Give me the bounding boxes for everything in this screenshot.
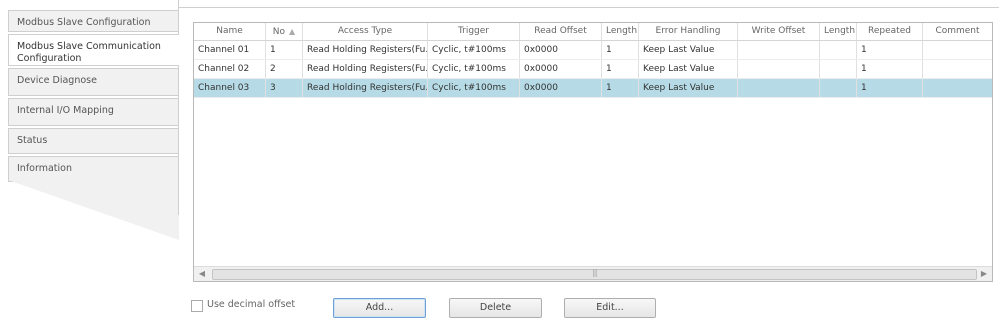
tab-status[interactable]: Status xyxy=(8,128,178,154)
cell-repeated: 1 xyxy=(857,41,923,59)
cell-write-offset xyxy=(738,60,820,78)
tab-modbus-slave-communication-configuration[interactable]: Modbus Slave Communication Configuration xyxy=(8,34,179,66)
horizontal-scrollbar[interactable]: ◀ ||| ▶ xyxy=(194,266,992,281)
cell-trigger: Cyclic, t#100ms xyxy=(428,79,520,97)
cell-read-offset: 0x0000 xyxy=(520,60,602,78)
scrollbar-grip-icon: ||| xyxy=(591,268,598,277)
cell-read-offset: 0x0000 xyxy=(520,41,602,59)
table-row-selected[interactable]: Channel 03 3 Read Holding Registers(Fu..… xyxy=(194,79,992,98)
tab-label: Modbus Slave Configuration xyxy=(17,17,151,28)
tab-modbus-slave-configuration[interactable]: Modbus Slave Configuration xyxy=(8,10,178,32)
cell-comment xyxy=(923,41,992,59)
tab-internal-io-mapping[interactable]: Internal I/O Mapping xyxy=(8,98,178,126)
edit-button[interactable]: Edit... xyxy=(564,298,656,318)
cell-access-type: Read Holding Registers(Fu... xyxy=(303,41,428,59)
cell-access-type: Read Holding Registers(Fu... xyxy=(303,60,428,78)
cell-repeated: 1 xyxy=(857,79,923,97)
column-header-label: No xyxy=(272,27,286,37)
config-tab-strip: Modbus Slave Configuration Modbus Slave … xyxy=(0,0,179,333)
add-button[interactable]: Add... xyxy=(333,298,426,318)
tab-label: Information xyxy=(17,163,72,174)
table-row[interactable]: Channel 01 1 Read Holding Registers(Fu..… xyxy=(194,41,992,60)
tab-strip-background xyxy=(8,180,179,240)
use-decimal-offset-label: Use decimal offset xyxy=(207,299,296,310)
table-row[interactable]: Channel 02 2 Read Holding Registers(Fu..… xyxy=(194,60,992,79)
column-header-access-type[interactable]: Access Type xyxy=(303,23,428,40)
column-header-error-handling[interactable]: Error Handling xyxy=(639,23,738,40)
cell-write-length xyxy=(820,41,857,59)
cell-name: Channel 02 xyxy=(194,60,266,78)
cell-repeated: 1 xyxy=(857,60,923,78)
use-decimal-offset-checkbox[interactable] xyxy=(191,300,203,312)
cell-write-length xyxy=(820,79,857,97)
column-header-name[interactable]: Name xyxy=(194,23,266,40)
column-header-trigger[interactable]: Trigger xyxy=(428,23,520,40)
cell-name: Channel 01 xyxy=(194,41,266,59)
cell-trigger: Cyclic, t#100ms xyxy=(428,60,520,78)
cell-length: 1 xyxy=(602,79,639,97)
cell-write-offset xyxy=(738,41,820,59)
cell-length: 1 xyxy=(602,60,639,78)
cell-no: 3 xyxy=(266,79,303,97)
sort-ascending-icon: ▲ xyxy=(289,27,296,36)
delete-button[interactable]: Delete xyxy=(449,298,542,318)
cell-no: 2 xyxy=(266,60,303,78)
cell-read-offset: 0x0000 xyxy=(520,79,602,97)
cell-error-handling: Keep Last Value xyxy=(639,41,738,59)
tab-label: Internal I/O Mapping xyxy=(17,105,114,116)
cell-comment xyxy=(923,79,992,97)
column-header-write-length[interactable]: Length xyxy=(820,23,857,40)
scrollbar-thumb[interactable]: ||| xyxy=(212,268,977,280)
scroll-left-icon[interactable]: ◀ xyxy=(196,268,208,280)
column-header-repeated[interactable]: Repeated xyxy=(857,23,923,40)
cell-error-handling: Keep Last Value xyxy=(639,60,738,78)
cell-error-handling: Keep Last Value xyxy=(639,79,738,97)
scroll-right-icon[interactable]: ▶ xyxy=(978,268,990,280)
tab-device-diagnose[interactable]: Device Diagnose xyxy=(8,68,178,96)
column-header-read-offset[interactable]: Read Offset xyxy=(520,23,602,40)
table-header-row: Name No ▲ Access Type Trigger Read Offset… xyxy=(194,23,992,41)
column-header-comment[interactable]: Comment xyxy=(923,23,992,40)
cell-name: Channel 03 xyxy=(194,79,266,97)
cell-access-type: Read Holding Registers(Fu... xyxy=(303,79,428,97)
column-header-length[interactable]: Length xyxy=(602,23,639,40)
tab-label: Device Diagnose xyxy=(17,75,97,86)
tab-information[interactable]: Information xyxy=(8,156,178,182)
tab-label: Modbus Slave Communication Configuration xyxy=(17,41,161,64)
column-header-no[interactable]: No ▲ xyxy=(266,23,303,40)
tab-divider xyxy=(178,0,179,215)
column-header-write-offset[interactable]: Write Offset xyxy=(738,23,820,40)
cell-length: 1 xyxy=(602,41,639,59)
cell-comment xyxy=(923,60,992,78)
cell-trigger: Cyclic, t#100ms xyxy=(428,41,520,59)
cell-write-length xyxy=(820,60,857,78)
cell-no: 1 xyxy=(266,41,303,59)
tab-label: Status xyxy=(17,135,48,146)
panel-top-border xyxy=(178,7,999,8)
cell-write-offset xyxy=(738,79,820,97)
channel-table[interactable]: Name No ▲ Access Type Trigger Read Offset… xyxy=(193,22,993,282)
